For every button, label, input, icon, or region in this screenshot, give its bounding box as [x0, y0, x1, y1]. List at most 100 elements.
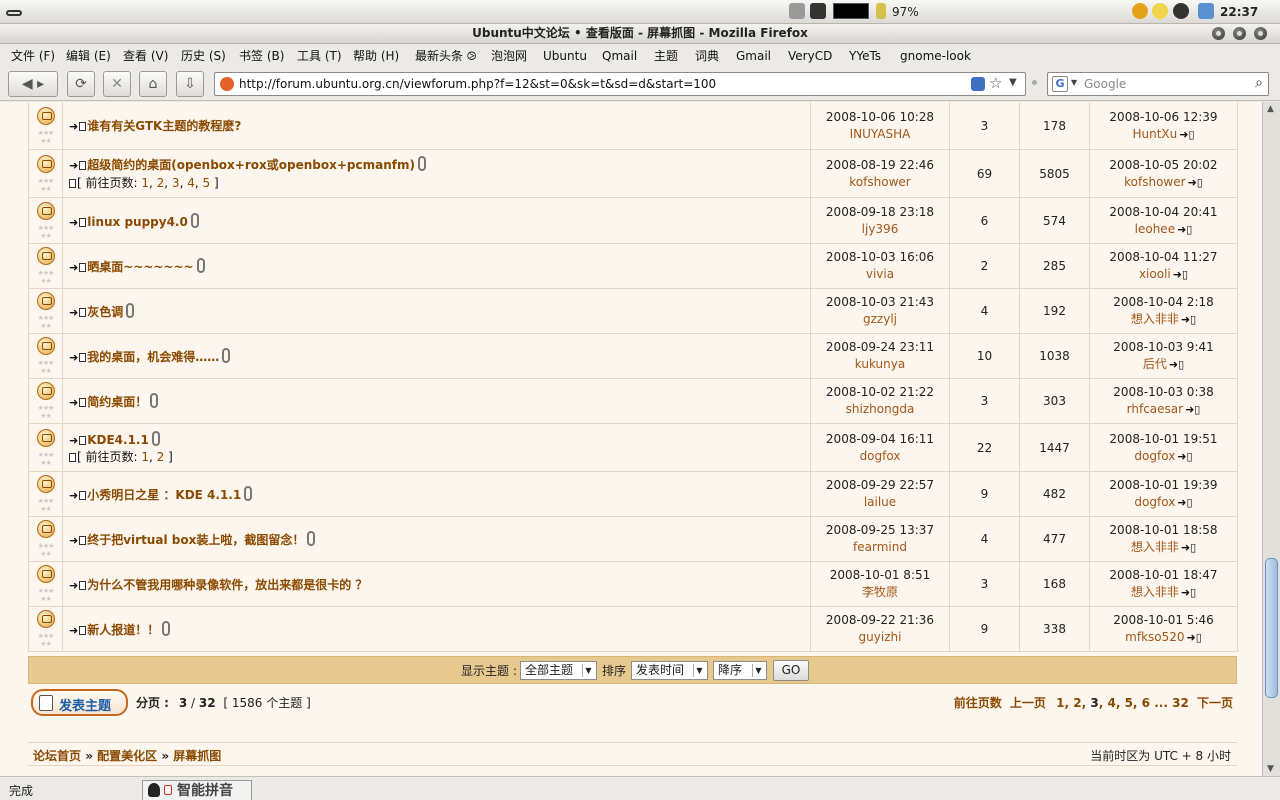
bookmark-ubuntu[interactable]: Ubuntu: [543, 48, 587, 64]
topic-author-link[interactable]: kofshower: [811, 174, 949, 191]
last-post-author-link[interactable]: HuntXu: [1132, 127, 1177, 141]
last-post-arrow-icon[interactable]: ➜▯: [1177, 448, 1192, 465]
weather-icon[interactable]: [1152, 3, 1168, 21]
topic-title-link[interactable]: 谁有有关GTK主题的教程麽?: [87, 119, 241, 133]
topic-author-link[interactable]: gzzylj: [811, 311, 949, 328]
topic-title-link[interactable]: 小秀明日之星 ：KDE 4.1.1: [87, 488, 241, 502]
topic-title-link[interactable]: 超级简约的桌面(openbox+rox或openbox+pcmanfm): [87, 158, 415, 172]
topic-title-link[interactable]: 简约桌面！: [87, 395, 147, 409]
last-post-author-link[interactable]: leohee: [1135, 222, 1175, 236]
menu-file[interactable]: 文件 (F): [11, 48, 55, 64]
topic-author-link[interactable]: INUYASHA: [811, 126, 949, 143]
topic-title-link[interactable]: 终于把virtual box装上啦，截图留念！: [87, 533, 304, 547]
last-post-author-link[interactable]: kofshower: [1124, 175, 1185, 189]
new-topic-button[interactable]: 发表主题: [31, 689, 128, 716]
topic-author-link[interactable]: kukunya: [811, 356, 949, 373]
page-number-link[interactable]: 5: [1125, 696, 1133, 710]
last-post-arrow-icon[interactable]: ➜▯: [1188, 174, 1203, 191]
go-button[interactable]: GO: [773, 660, 809, 681]
goto-arrow-icon[interactable]: ➜: [69, 261, 78, 274]
page-number-link[interactable]: 4: [1107, 696, 1115, 710]
stop-icon[interactable]: ✕: [103, 71, 131, 97]
rss-feed-icon[interactable]: [971, 77, 985, 91]
menu-bookmarks[interactable]: 书签 (B): [239, 48, 284, 64]
last-post-arrow-icon[interactable]: ➜▯: [1185, 401, 1200, 418]
topic-author-link[interactable]: 李牧原: [811, 584, 949, 601]
last-post-arrow-icon[interactable]: ➜▯: [1177, 494, 1192, 511]
system-monitor-graph[interactable]: [833, 3, 869, 21]
search-icon[interactable]: ⌕: [1255, 75, 1263, 91]
page-scrollbar[interactable]: ▲ ▼: [1262, 102, 1280, 776]
sort-order-select[interactable]: 降序 ▼: [713, 661, 767, 680]
last-post-author-link[interactable]: rhfcaesar: [1127, 402, 1183, 416]
panel-clock[interactable]: 22:37: [1220, 3, 1258, 21]
topic-page-link[interactable]: 5: [202, 176, 210, 190]
google-engine-icon[interactable]: G: [1052, 76, 1068, 92]
bookmark-verycd[interactable]: VeryCD: [788, 48, 832, 64]
goto-arrow-icon[interactable]: ➜: [69, 534, 78, 547]
goto-arrow-icon[interactable]: ➜: [69, 216, 78, 229]
last-post-arrow-icon[interactable]: ➜▯: [1169, 356, 1184, 373]
trash-icon[interactable]: [789, 3, 805, 21]
last-post-arrow-icon[interactable]: ➜▯: [1177, 221, 1192, 238]
menu-help[interactable]: 帮助 (H): [353, 48, 399, 64]
search-box[interactable]: G ▼ Google ⌕: [1047, 72, 1269, 96]
sort-by-select[interactable]: 发表时间 ▼: [631, 661, 708, 680]
bookmark-latest-news[interactable]: 最新头条 ⧁: [415, 48, 476, 64]
last-post-author-link[interactable]: mfkso520: [1125, 630, 1184, 644]
scroll-down-icon[interactable]: ▼: [1267, 764, 1274, 774]
last-post-arrow-icon[interactable]: ➜▯: [1181, 539, 1196, 556]
topic-author-link[interactable]: fearmind: [811, 539, 949, 556]
last-post-author-link[interactable]: 后代: [1143, 357, 1167, 371]
topic-page-link[interactable]: 2: [157, 450, 165, 464]
menu-view[interactable]: 查看 (V): [123, 48, 168, 64]
qq-icon[interactable]: [1132, 3, 1148, 21]
monitor-icon[interactable]: [810, 3, 826, 21]
topic-author-link[interactable]: vivia: [811, 266, 949, 283]
bookmark-star-icon[interactable]: ☆: [989, 74, 1002, 92]
last-post-author-link[interactable]: xiooli: [1139, 267, 1171, 281]
reload-icon[interactable]: ⟳: [67, 71, 95, 97]
bookmark-gnome-look[interactable]: gnome-look: [900, 48, 971, 64]
ime-status-bar[interactable]: 智能拼音: [142, 780, 252, 800]
topic-author-link[interactable]: dogfox: [811, 448, 949, 465]
bookmark-dictionary[interactable]: 词典: [695, 48, 719, 64]
bookmark-qmail[interactable]: Qmail: [602, 48, 637, 64]
bookmark-paopao[interactable]: 泡泡网: [491, 48, 527, 64]
network-icon[interactable]: [1198, 3, 1214, 21]
maximize-button[interactable]: [1233, 27, 1246, 40]
topic-page-link[interactable]: 2: [157, 176, 165, 190]
last-post-arrow-icon[interactable]: ➜▯: [1181, 311, 1196, 328]
last-post-arrow-icon[interactable]: ➜▯: [1187, 629, 1202, 646]
topic-title-link[interactable]: 灰色调: [87, 305, 123, 319]
goto-arrow-icon[interactable]: ➜: [69, 351, 78, 364]
topic-page-link[interactable]: 4: [187, 176, 195, 190]
bookmark-theme[interactable]: 主题: [654, 48, 678, 64]
last-post-arrow-icon[interactable]: ➜▯: [1181, 584, 1196, 601]
topic-author-link[interactable]: ljy396: [811, 221, 949, 238]
download-icon[interactable]: ⇩: [176, 71, 204, 97]
topic-title-link[interactable]: 新人报道！！: [87, 623, 159, 637]
breadcrumb-section-link[interactable]: 配置美化区: [97, 749, 157, 763]
bookmark-gmail[interactable]: Gmail: [736, 48, 771, 64]
next-page-link[interactable]: 下一页: [1197, 696, 1233, 710]
breadcrumb-forum-link[interactable]: 屏幕抓图: [173, 749, 221, 763]
last-post-author-link[interactable]: 想入非非: [1131, 312, 1179, 326]
page-number-link[interactable]: 6: [1142, 696, 1150, 710]
prev-page-link[interactable]: 上一页: [1010, 696, 1046, 710]
last-post-author-link[interactable]: dogfox: [1134, 495, 1175, 509]
goto-arrow-icon[interactable]: ➜: [69, 624, 78, 637]
goto-arrow-icon[interactable]: ➜: [69, 489, 78, 502]
menu-history[interactable]: 历史 (S): [181, 48, 226, 64]
update-icon[interactable]: [1173, 3, 1189, 21]
topic-title-link[interactable]: 晒桌面~~~~~~~: [87, 260, 193, 274]
goto-arrow-icon[interactable]: ➜: [69, 396, 78, 409]
topic-page-link[interactable]: 1: [141, 176, 149, 190]
bookmark-yyets[interactable]: YYeTs: [849, 48, 881, 64]
last-post-arrow-icon[interactable]: ➜▯: [1173, 266, 1188, 283]
close-button[interactable]: [1254, 27, 1267, 40]
goto-arrow-icon[interactable]: ➜: [69, 159, 78, 172]
battery-icon[interactable]: [876, 3, 886, 21]
show-topics-select[interactable]: 全部主题 ▼: [520, 661, 597, 680]
last-post-author-link[interactable]: dogfox: [1134, 449, 1175, 463]
